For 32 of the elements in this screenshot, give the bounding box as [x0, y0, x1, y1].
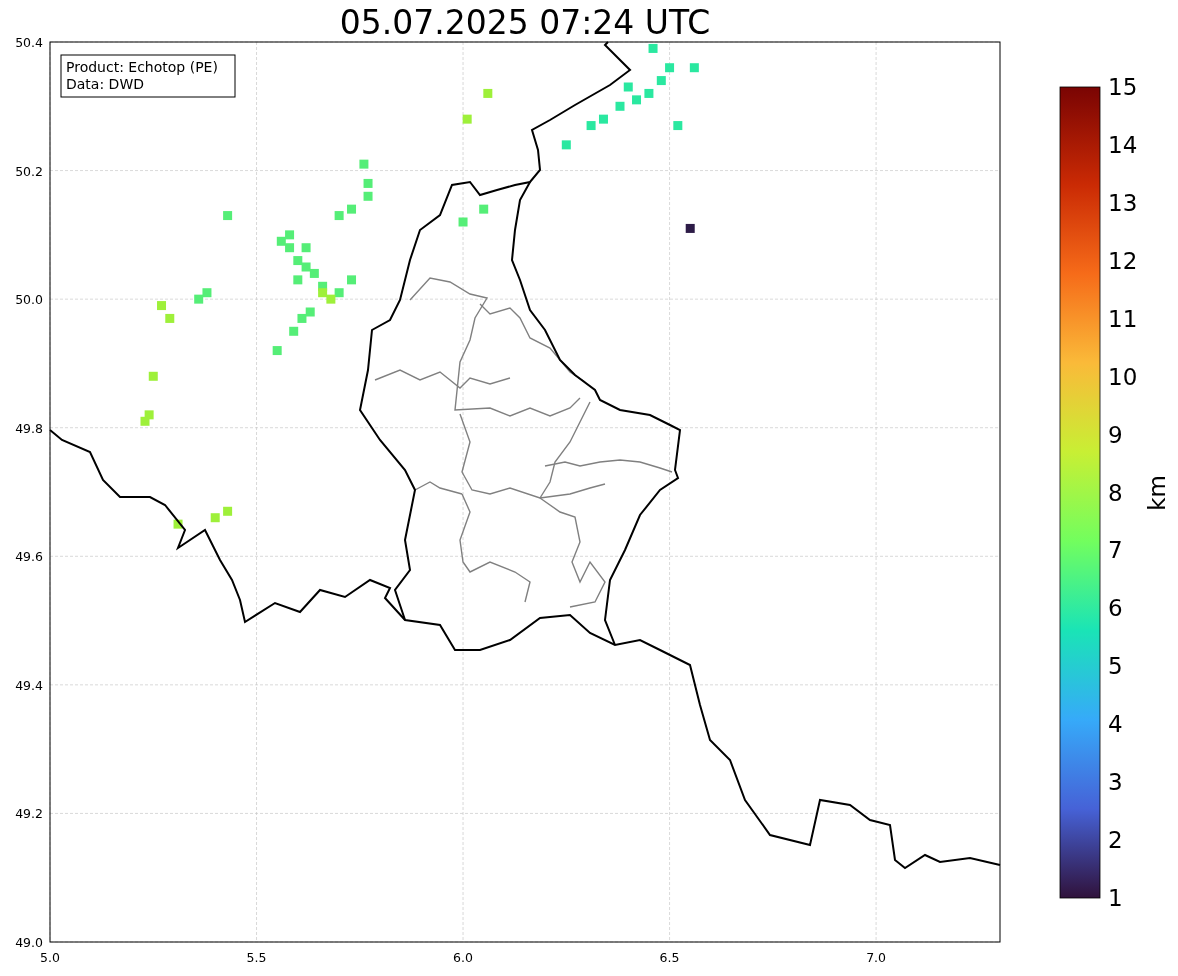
y-tick-label: 49.0	[15, 935, 43, 950]
colorbar-tick-label: 4	[1108, 711, 1123, 738]
colorbar-tick-label: 15	[1108, 74, 1138, 100]
colorbar-tick-label: 13	[1108, 189, 1138, 216]
x-tick-label: 6.0	[453, 950, 473, 965]
x-tick-label: 5.0	[40, 950, 60, 965]
colorbar-label: km	[1144, 475, 1170, 511]
colorbar-tick-label: 8	[1108, 479, 1123, 506]
info-text: Data: DWD	[66, 76, 144, 92]
info-text: Product: Echotop (PE)	[66, 59, 218, 75]
colorbar-tick-label: 6	[1108, 595, 1123, 622]
chart-title: 05.07.2025 07:24 UTC	[339, 3, 711, 42]
y-tick-label: 49.6	[15, 549, 43, 565]
x-tick-label: 5.5	[246, 950, 267, 965]
x-tick-label: 6.5	[659, 950, 680, 965]
colorbar-tick-label: 2	[1108, 827, 1123, 854]
y-tick-label: 49.4	[15, 677, 43, 693]
x-tick-label: 7.0	[866, 950, 887, 965]
colorbar-tick-label: 1	[1108, 885, 1123, 911]
y-tick-label: 50.0	[15, 292, 43, 308]
y-tick-label: 49.8	[15, 420, 43, 436]
colorbar-tick-label: 12	[1108, 247, 1138, 274]
colorbar-tick-label: 10	[1108, 363, 1138, 390]
y-tick-label: 50.2	[15, 163, 43, 179]
colorbar-tick-label: 11	[1108, 305, 1138, 332]
colorbar-tick-label: 7	[1108, 537, 1123, 564]
colorbar-tick-label: 14	[1108, 131, 1138, 158]
colorbar-tick-label: 9	[1108, 421, 1123, 448]
colorbar-tick-label: 5	[1108, 653, 1123, 680]
colorbar-tick-label: 3	[1108, 769, 1123, 796]
y-tick-label: 50.4	[15, 35, 43, 50]
y-tick-label: 49.2	[15, 806, 43, 822]
